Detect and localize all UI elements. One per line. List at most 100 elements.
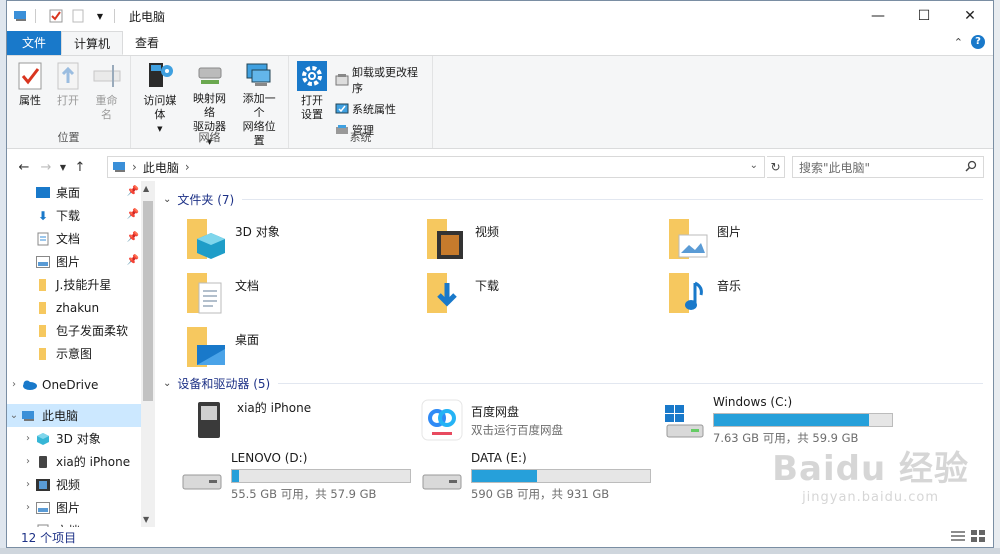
scrollbar-thumb[interactable] — [143, 201, 153, 401]
nav-list: 桌面 📌 ⬇ 下载 📌 文档 📌 图片 📌 J.技能升星 zhakun 包子发面… — [7, 181, 141, 527]
window-controls: — ☐ ✕ — [855, 1, 993, 31]
chevron-right-icon[interactable]: › — [21, 479, 35, 490]
drive-usage-fill — [232, 470, 240, 482]
folder-videos[interactable]: 视频 — [423, 215, 499, 263]
tab-computer[interactable]: 计算机 — [61, 31, 124, 55]
scroll-down-icon[interactable]: ▼ — [143, 515, 149, 524]
nav-item-pictures-2[interactable]: › 图片 — [7, 496, 141, 519]
system-properties-button[interactable]: 系统属性 — [335, 101, 428, 117]
pin-icon: 📌 — [126, 255, 139, 266]
address-separator: › — [132, 160, 137, 174]
status-bar: 12 个项目 — [7, 527, 993, 547]
customize-quick-access-icon[interactable]: ▼ — [92, 9, 108, 23]
device-name: LENOVO (D:) — [231, 451, 308, 465]
back-arrow-icon[interactable]: ← — [13, 160, 35, 175]
address-bar[interactable]: › 此电脑 › ⌄ — [107, 156, 765, 178]
properties-icon — [15, 60, 45, 92]
folder-downloads[interactable]: 下载 — [423, 269, 499, 317]
ribbon-group-system: 打开 设置 卸载或更改程序 系统属性 管理 系统 — [289, 56, 433, 148]
file-view: ⌄ 文件夹 (7) 3D 对象 视频 图片 文档 下载 音乐 桌面 ⌄ 设备和驱… — [155, 181, 993, 527]
nav-item-folder[interactable]: 包子发面柔软 — [7, 319, 141, 342]
maximize-button[interactable]: ☐ — [901, 1, 947, 31]
chevron-right-icon[interactable]: › — [21, 502, 35, 513]
folder-name: 文档 — [235, 279, 260, 293]
folder-name: 下载 — [475, 279, 500, 293]
nav-item-folder[interactable]: 示意图 — [7, 342, 141, 365]
drive-usage-bar — [231, 469, 411, 483]
scroll-up-icon[interactable]: ▲ — [143, 184, 149, 193]
help-icon[interactable]: ? — [971, 35, 985, 49]
iphone-device-icon — [183, 397, 233, 443]
nav-item-desktop[interactable]: 桌面 📌 — [7, 181, 141, 204]
up-arrow-icon[interactable]: ↑ — [69, 160, 91, 175]
this-pc-icon — [13, 9, 29, 23]
details-view-icon[interactable] — [951, 530, 965, 545]
nav-item-3d-objects[interactable]: › 3D 对象 — [7, 427, 141, 450]
folders-section-header[interactable]: ⌄ 文件夹 (7) — [163, 191, 983, 208]
nav-item-label: 此电脑 — [42, 409, 79, 423]
tab-file[interactable]: 文件 — [7, 31, 61, 55]
cube-icon — [35, 432, 51, 446]
chevron-down-icon: ⌄ — [163, 194, 172, 205]
open-icon — [53, 60, 83, 92]
drive-c[interactable]: Windows (C:) 7.63 GB 可用，共 59.9 GB — [659, 395, 893, 446]
folder-desktop[interactable]: 桌面 — [183, 323, 259, 371]
minimize-button[interactable]: — — [855, 1, 901, 31]
folder-3d-objects[interactable]: 3D 对象 — [183, 215, 280, 263]
nav-item-documents[interactable]: 文档 📌 — [7, 227, 141, 250]
address-history-dropdown-icon[interactable]: ⌄ — [750, 160, 758, 171]
nav-item-folder[interactable]: J.技能升星 — [7, 273, 141, 296]
collapse-ribbon-icon[interactable]: ⌃ — [954, 36, 963, 49]
properties-quick-icon[interactable] — [48, 9, 64, 23]
new-folder-quick-icon[interactable] — [70, 9, 86, 23]
chevron-right-icon[interactable]: › — [7, 379, 21, 390]
devices-section-header[interactable]: ⌄ 设备和驱动器 (5) — [163, 375, 983, 392]
refresh-button[interactable]: ↻ — [767, 156, 785, 178]
chevron-right-icon[interactable]: › — [21, 433, 35, 444]
recent-locations-icon[interactable]: ▼ — [57, 163, 69, 172]
uninstall-icon — [335, 73, 349, 87]
access-media-label: 访问媒体 — [143, 94, 177, 121]
search-input[interactable]: 搜索"此电脑" — [792, 156, 984, 178]
settings-gear-icon — [297, 60, 327, 92]
chevron-right-icon[interactable]: › — [21, 456, 35, 467]
chevron-down-icon[interactable]: ⌄ — [7, 410, 21, 421]
nav-item-pictures[interactable]: 图片 📌 — [7, 250, 141, 273]
watermark-url: jingyan.baidu.com — [802, 490, 940, 505]
drive-e[interactable]: DATA (E:) 590 GB 可用，共 931 GB — [417, 451, 651, 502]
tab-view[interactable]: 查看 — [123, 31, 171, 55]
picture-icon — [35, 255, 51, 269]
folder-documents[interactable]: 文档 — [183, 269, 259, 317]
folder-pictures[interactable]: 图片 — [665, 215, 741, 263]
nav-item-videos[interactable]: › 视频 — [7, 473, 141, 496]
close-button[interactable]: ✕ — [947, 1, 993, 31]
uninstall-programs-button[interactable]: 卸载或更改程序 — [335, 64, 428, 96]
download-arrow-icon: ⬇ — [37, 208, 49, 223]
phone-icon — [35, 455, 51, 469]
nav-item-documents-2[interactable]: › 文档 — [7, 519, 141, 527]
drive-d[interactable]: LENOVO (D:) 55.5 GB 可用，共 57.9 GB — [177, 451, 411, 502]
window-title: 此电脑 — [129, 9, 166, 24]
desktop-folder-icon — [183, 323, 231, 371]
section-divider — [242, 199, 983, 200]
forward-arrow-icon[interactable]: → — [35, 160, 57, 175]
rename-icon — [92, 60, 122, 92]
nav-item-onedrive[interactable]: › OneDrive — [7, 373, 141, 396]
nav-item-label: 视频 — [56, 478, 81, 492]
nav-item-folder[interactable]: zhakun — [7, 296, 141, 319]
nav-item-downloads[interactable]: ⬇ 下载 📌 — [7, 204, 141, 227]
nav-scrollbar[interactable]: ▲ ▼ — [141, 181, 155, 527]
nav-item-iphone[interactable]: › xia的 iPhone — [7, 450, 141, 473]
pin-icon: 📌 — [126, 232, 139, 243]
ribbon-group-network: 访问媒体 ▼ 映射网络 驱动器 ▼ 添加一个 网络位置 网络 — [131, 56, 289, 148]
network-location-icon — [244, 60, 274, 90]
device-iphone[interactable]: xia的 iPhone — [183, 397, 311, 443]
nav-item-label: 下载 — [56, 209, 81, 223]
nav-item-this-pc[interactable]: ⌄ 此电脑 — [7, 404, 141, 427]
device-baidu-netdisk[interactable]: 百度网盘 双击运行百度网盘 — [417, 397, 563, 443]
folder-icon — [35, 278, 51, 292]
large-icons-view-icon[interactable] — [971, 530, 985, 545]
network-drive-icon — [195, 60, 225, 90]
breadcrumb-this-pc[interactable]: 此电脑 — [143, 159, 179, 176]
folder-music[interactable]: 音乐 — [665, 269, 741, 317]
